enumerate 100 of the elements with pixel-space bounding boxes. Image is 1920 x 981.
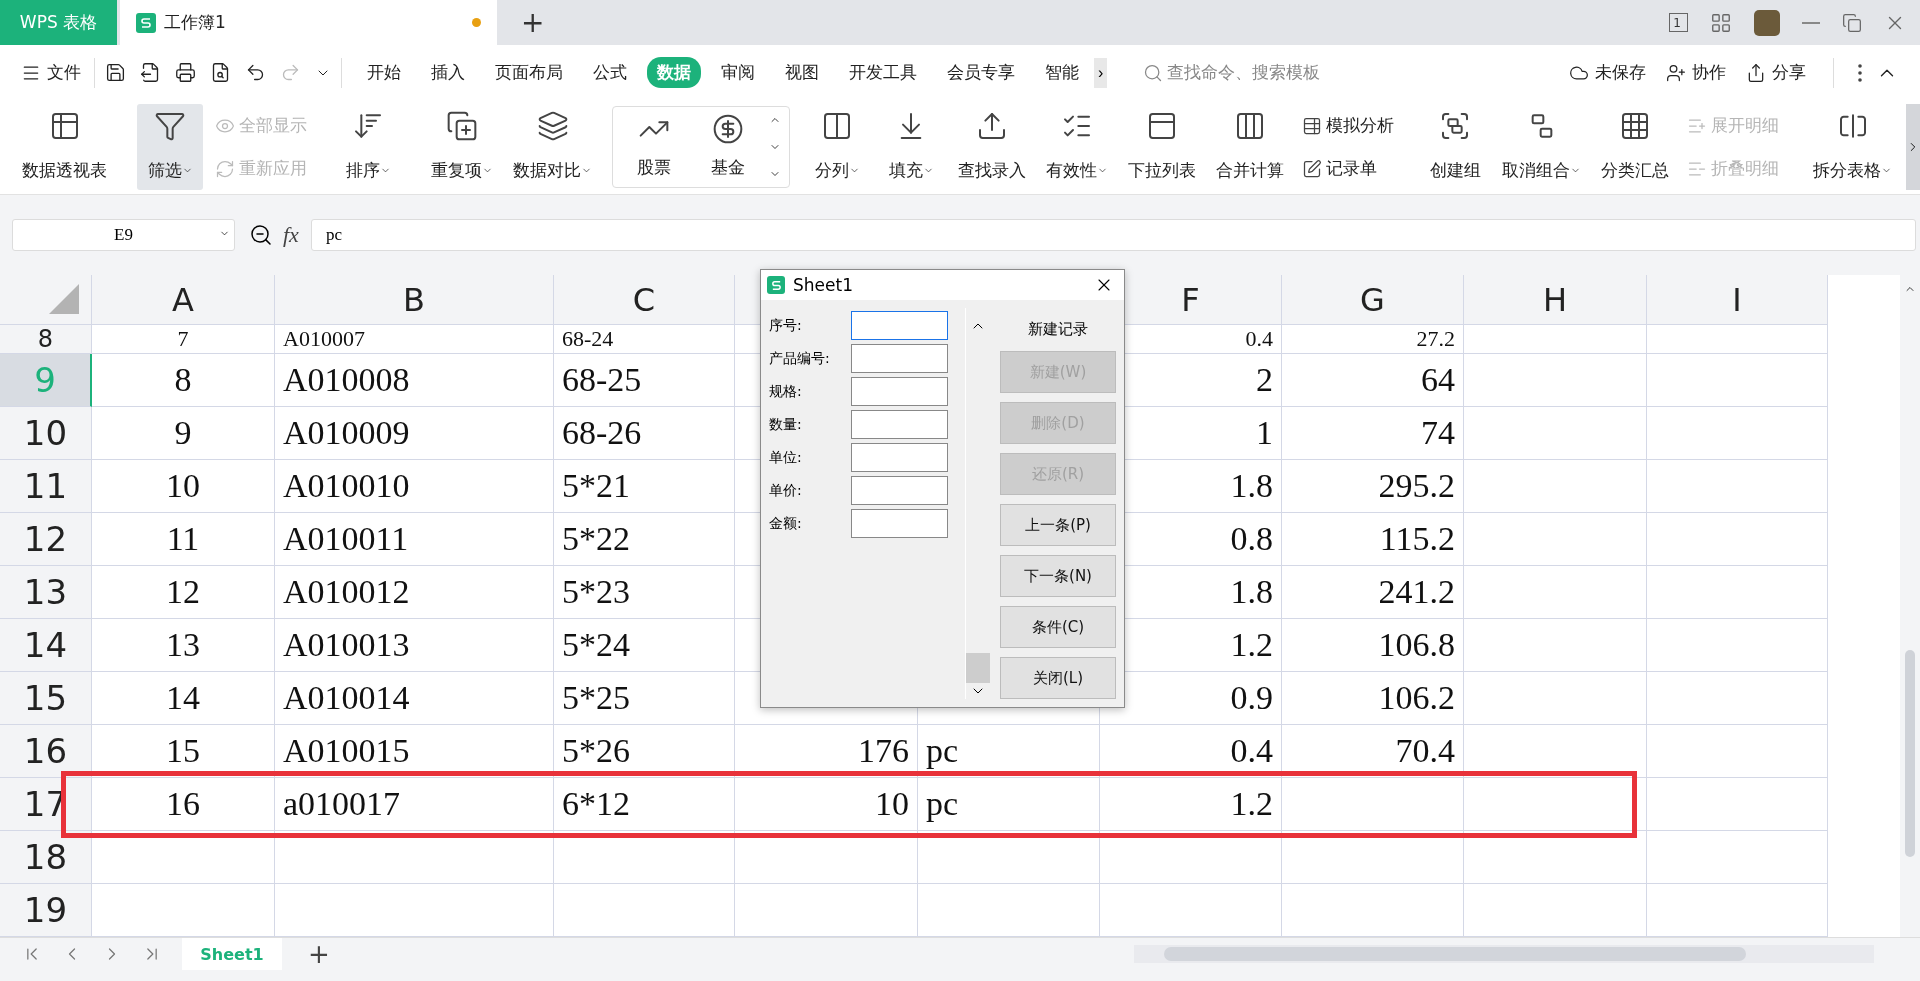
more-icon[interactable]	[1858, 63, 1862, 82]
ribbon-button[interactable]: 查找录入	[952, 104, 1032, 190]
row-header[interactable]: 16	[0, 725, 92, 778]
refresh-icon	[215, 158, 235, 179]
toolbar-action[interactable]: 协作	[1663, 58, 1729, 87]
menu-tab[interactable]: 插入	[421, 57, 475, 88]
row-header[interactable]: 8	[0, 325, 92, 354]
column-header[interactable]: B	[275, 275, 554, 325]
table-cell: 5*22	[554, 513, 735, 566]
spreadsheet-icon	[136, 12, 156, 33]
column-header[interactable]: A	[92, 275, 275, 325]
menu-tab[interactable]: 会员专享	[937, 57, 1025, 88]
page-count-button[interactable]: 1	[1669, 13, 1688, 32]
currency-icon	[712, 113, 744, 145]
restore-icon	[1842, 12, 1862, 33]
input-field[interactable]	[851, 443, 948, 472]
ribbon-button[interactable]: 记录单	[1298, 155, 1398, 182]
column-header[interactable]: H	[1464, 275, 1647, 325]
name-box[interactable]: E9	[12, 219, 235, 251]
menu-tab[interactable]: 审阅	[711, 57, 765, 88]
ribbon-button[interactable]: 下拉列表	[1122, 104, 1202, 190]
menu-tab[interactable]: 开发工具	[839, 57, 927, 88]
ribbon-button[interactable]: 取消组合	[1496, 104, 1587, 190]
input-field[interactable]	[851, 410, 948, 439]
field-label: 序号:	[769, 316, 803, 335]
row-header[interactable]: 18	[0, 831, 92, 884]
table-cell: 68-24	[554, 325, 735, 354]
horizontal-scrollbar[interactable]	[1134, 945, 1874, 963]
function-label[interactable]: fx	[283, 222, 299, 248]
scrollbar-thumb[interactable]	[966, 653, 990, 683]
table-cell: pc	[918, 778, 1100, 831]
ribbon-button[interactable]: 筛选	[137, 104, 203, 190]
ribbon-button[interactable]: 股票	[621, 107, 687, 187]
input-field[interactable]	[851, 377, 948, 406]
input-field[interactable]	[851, 344, 948, 373]
table-cell: 68-25	[554, 354, 735, 407]
column-header[interactable]: C	[554, 275, 735, 325]
scrollbar-thumb[interactable]	[1905, 650, 1915, 857]
ribbon-button[interactable]: 创建组	[1422, 104, 1488, 190]
formula-field[interactable]: pc	[310, 219, 1916, 251]
ribbon-button[interactable]: 数据透视表	[16, 104, 113, 190]
ribbon-button[interactable]: 基金	[695, 107, 761, 187]
dialog-button[interactable]: 上一条(P)	[1000, 504, 1116, 546]
row-header[interactable]: 12	[0, 513, 92, 566]
input-field[interactable]	[851, 311, 948, 340]
dialog-button[interactable]: 关闭(L)	[1000, 657, 1116, 699]
row-header[interactable]: 19	[0, 884, 92, 937]
document-title: 工作簿1	[164, 11, 226, 34]
ribbon-button[interactable]: 分类汇总	[1595, 104, 1675, 190]
minimize-icon[interactable]	[1802, 21, 1820, 24]
ribbon-button[interactable]: 拆分表格	[1807, 104, 1898, 190]
zoom-icon	[249, 223, 273, 247]
ribbon-button[interactable]: 合并计算	[1210, 104, 1290, 190]
ribbon-button[interactable]: 重复项	[425, 104, 499, 190]
table-cell: A010015	[275, 725, 554, 778]
avatar[interactable]	[1754, 9, 1780, 36]
redo-icon	[280, 62, 301, 83]
ribbon-button[interactable]: 有效性	[1040, 104, 1114, 190]
save-icon	[105, 62, 126, 83]
table-cell: 5*23	[554, 566, 735, 619]
row-header[interactable]: 15	[0, 672, 92, 725]
column-header[interactable]: G	[1282, 275, 1464, 325]
menu-tab[interactable]: 智能	[1035, 57, 1089, 88]
spreadsheet-icon	[767, 276, 785, 294]
document-tab[interactable]: 工作簿1	[120, 0, 497, 45]
ribbon-button[interactable]: 填充	[878, 104, 944, 190]
table-cell: 14	[92, 672, 275, 725]
apps-icon	[1710, 11, 1732, 34]
columns-icon	[821, 110, 853, 142]
select-all-triangle[interactable]	[49, 284, 79, 314]
search-icon	[1143, 62, 1164, 83]
toolbar-action[interactable]: 未保存	[1566, 58, 1649, 87]
toolbar-action[interactable]: 分享	[1743, 58, 1809, 87]
add-sheet-button[interactable]: +	[302, 938, 336, 970]
ribbon-button[interactable]: 模拟分析	[1298, 112, 1398, 139]
command-search[interactable]: 查找命令、搜索模板	[1143, 61, 1321, 84]
dialog-button[interactable]: 下一条(N)	[1000, 555, 1116, 597]
input-field[interactable]	[851, 476, 948, 505]
menu-tab[interactable]: 公式	[583, 57, 637, 88]
more-tabs-button[interactable]: ›	[1094, 57, 1108, 88]
new-tab-button[interactable]: +	[515, 0, 551, 45]
row-header[interactable]: 11	[0, 460, 92, 513]
row-header[interactable]: 13	[0, 566, 92, 619]
ribbon-button[interactable]: 排序	[335, 104, 401, 190]
field-label: 单位:	[769, 448, 803, 467]
grid-icon	[1619, 110, 1651, 142]
column-header[interactable]: I	[1647, 275, 1828, 325]
menu-tab[interactable]: 视图	[775, 57, 829, 88]
columns-icon	[1234, 110, 1266, 142]
field-label: 产品编号:	[769, 349, 831, 368]
dialog-button[interactable]: 条件(C)	[1000, 606, 1116, 648]
ribbon-button[interactable]: 分列	[804, 104, 870, 190]
ribbon-button[interactable]: 数据对比	[507, 104, 598, 190]
menu-tab[interactable]: 开始	[357, 57, 411, 88]
input-field[interactable]	[851, 509, 948, 538]
table-cell: 13	[92, 619, 275, 672]
row-header[interactable]: 14	[0, 619, 92, 672]
row-header[interactable]: 10	[0, 407, 92, 460]
file-menu[interactable]: 文件	[18, 58, 84, 87]
menu-tab[interactable]: 页面布局	[485, 57, 573, 88]
